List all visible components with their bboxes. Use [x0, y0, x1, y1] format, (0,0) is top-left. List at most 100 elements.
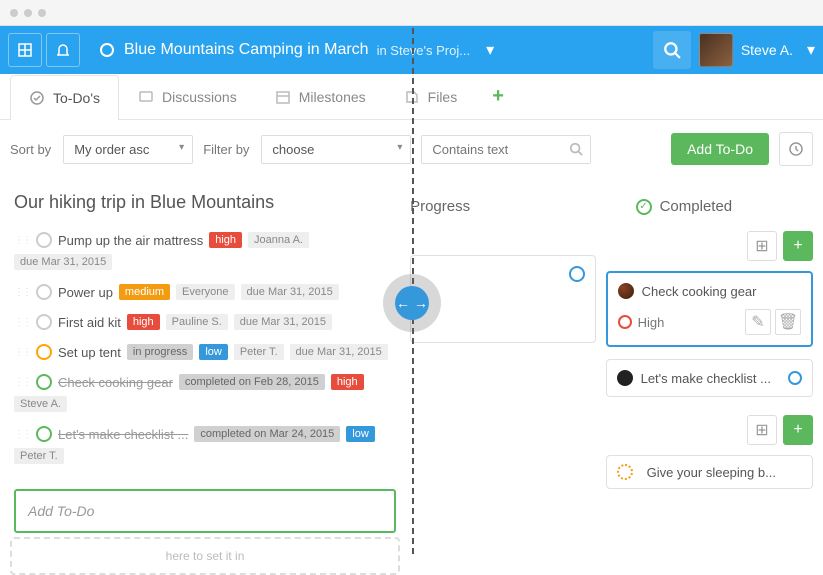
priority-badge: high: [209, 232, 242, 248]
dot: [38, 9, 46, 17]
task-row[interactable]: ⋮⋮ Power up medium Everyone due Mar 31, …: [10, 277, 400, 307]
tab-todos[interactable]: To-Do's: [10, 75, 119, 120]
delete-button[interactable]: 🗑: [775, 309, 801, 335]
task-list: ⋮⋮ Pump up the air mattress high Joanna …: [10, 225, 400, 471]
contains-input[interactable]: [421, 135, 591, 164]
search-button[interactable]: [653, 31, 691, 69]
task-row[interactable]: ⋮⋮ Let's make checklist ... completed on…: [10, 419, 400, 471]
avatar-icon: [617, 370, 633, 386]
progress-column: Progress: [410, 178, 596, 575]
tab-milestones[interactable]: Milestones: [256, 74, 385, 119]
task-name: First aid kit: [58, 315, 121, 330]
drag-handle-icon[interactable]: ⋮⋮: [14, 377, 30, 388]
drag-handle-icon[interactable]: ⋮⋮: [14, 429, 30, 440]
template-button[interactable]: ⊞: [747, 231, 777, 261]
drag-handle-icon[interactable]: ⋮⋮: [14, 287, 30, 298]
assignee: Peter T.: [234, 344, 284, 360]
dot: [24, 9, 32, 17]
drag-handle-icon[interactable]: ⋮⋮: [14, 235, 30, 246]
completed-badge: completed on Mar 24, 2015: [194, 426, 340, 442]
task-name: Power up: [58, 285, 113, 300]
priority-label: High: [638, 315, 665, 330]
edit-button[interactable]: ✎: [745, 309, 771, 335]
card-title: Check cooking gear: [642, 284, 757, 299]
drag-handle-icon[interactable]: ⋮⋮: [14, 347, 30, 358]
priority-badge: high: [331, 374, 364, 390]
task-name: Set up tent: [58, 345, 121, 360]
task-row[interactable]: ⋮⋮ Set up tent in progress low Peter T. …: [10, 337, 400, 367]
completed-column: ✓ Completed ⊞ + Check cooking gear High …: [606, 178, 813, 575]
due-date: due Mar 31, 2015: [241, 284, 339, 300]
history-button[interactable]: [779, 132, 813, 166]
check-circle-icon[interactable]: [36, 344, 52, 360]
check-circle-icon[interactable]: [36, 314, 52, 330]
drag-handle-icon[interactable]: ⋮⋮: [14, 317, 30, 328]
chevron-down-icon[interactable]: ▾: [807, 40, 815, 60]
list-title: Our hiking trip in Blue Mountains: [14, 192, 400, 213]
tab-label: Discussions: [162, 89, 237, 105]
task-name: Pump up the air mattress: [58, 233, 203, 248]
column-header: Progress: [410, 198, 596, 215]
project-status-icon: [100, 43, 114, 57]
drop-hint: here to set it in: [10, 537, 400, 575]
task-name: Check cooking gear: [58, 375, 173, 390]
priority-badge: medium: [119, 284, 170, 300]
check-circle-icon[interactable]: [36, 426, 52, 442]
card[interactable]: Let's make checklist ...: [606, 359, 813, 397]
add-card-button[interactable]: +: [783, 415, 813, 445]
task-row[interactable]: ⋮⋮ Pump up the air mattress high Joanna …: [10, 225, 400, 277]
column-header: ✓ Completed: [636, 198, 813, 215]
check-circle-icon[interactable]: [36, 232, 52, 248]
filter-row: Sort by My order asc Filter by choose Ad…: [0, 120, 823, 178]
task-row[interactable]: ⋮⋮ First aid kit high Pauline S. due Mar…: [10, 307, 400, 337]
bell-button[interactable]: [46, 33, 80, 67]
todo-column: Our hiking trip in Blue Mountains ⋮⋮ Pum…: [10, 178, 400, 575]
user-name: Steve A.: [741, 42, 793, 58]
tab-discussions[interactable]: Discussions: [119, 74, 256, 119]
tab-label: To-Do's: [53, 90, 100, 106]
priority-ring-icon: [618, 315, 632, 329]
status-ring-icon: [569, 266, 585, 282]
due-date: due Mar 31, 2015: [14, 254, 112, 270]
due-date: due Mar 31, 2015: [290, 344, 388, 360]
project-title[interactable]: Blue Mountains Camping in March in Steve…: [100, 40, 494, 60]
task-name: Let's make checklist ...: [58, 427, 188, 442]
card[interactable]: Give your sleeping b...: [606, 455, 813, 489]
check-circle-icon[interactable]: [36, 284, 52, 300]
chevron-down-icon[interactable]: ▾: [486, 40, 494, 60]
tab-files[interactable]: Files: [385, 74, 477, 119]
resize-icon: ← →: [395, 286, 429, 320]
add-todo-input[interactable]: Add To-Do: [14, 489, 396, 533]
column-label: Completed: [660, 198, 733, 215]
topbar: Blue Mountains Camping in March in Steve…: [0, 26, 823, 74]
status-ring-icon: [788, 371, 802, 385]
assignee: Steve A.: [14, 396, 67, 412]
card-title: Give your sleeping b...: [647, 465, 776, 480]
task-row[interactable]: ⋮⋮ Check cooking gear completed on Feb 2…: [10, 367, 400, 419]
grid-button[interactable]: [8, 33, 42, 67]
check-circle-icon[interactable]: [36, 374, 52, 390]
completed-badge: completed on Feb 28, 2015: [179, 374, 325, 390]
priority-badge: low: [199, 344, 228, 360]
template-button[interactable]: ⊞: [747, 415, 777, 445]
avatar[interactable]: [699, 33, 733, 67]
tab-label: Milestones: [299, 89, 366, 105]
sort-select[interactable]: My order asc: [63, 135, 193, 164]
dot: [10, 9, 18, 17]
assignee: Everyone: [176, 284, 234, 300]
filter-select[interactable]: choose: [261, 135, 411, 164]
drag-orb[interactable]: ← →: [383, 274, 441, 332]
card-title: Let's make checklist ...: [641, 371, 771, 386]
tab-label: Files: [428, 89, 458, 105]
add-tab-button[interactable]: +: [476, 74, 520, 119]
spinner-icon: [617, 464, 633, 480]
card[interactable]: Check cooking gear High ✎ 🗑: [606, 271, 813, 347]
priority-badge: low: [346, 426, 375, 442]
tabs: To-Do's Discussions Milestones Files +: [0, 74, 823, 120]
sort-label: Sort by: [10, 142, 51, 157]
avatar-icon: [618, 283, 634, 299]
add-card-button[interactable]: +: [783, 231, 813, 261]
add-todo-button[interactable]: Add To-Do: [671, 133, 769, 165]
assignee: Joanna A.: [248, 232, 309, 248]
check-icon: ✓: [636, 199, 652, 215]
